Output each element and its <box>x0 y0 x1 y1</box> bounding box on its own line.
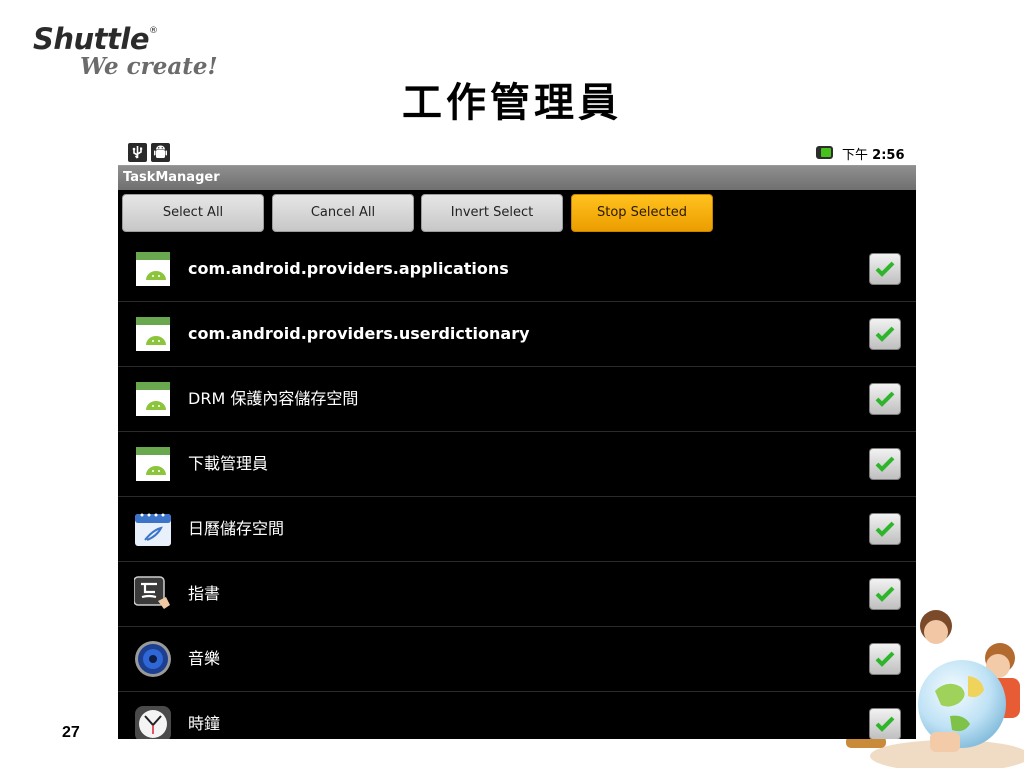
stop-selected-button[interactable]: Stop Selected <box>571 194 713 232</box>
calendar-icon <box>134 510 172 548</box>
task-label: com.android.providers.applications <box>188 259 509 278</box>
android-app-icon <box>134 380 172 418</box>
invert-select-button[interactable]: Invert Select <box>421 194 563 232</box>
task-row[interactable]: 音樂 <box>118 627 916 692</box>
checkmark-icon <box>875 326 895 342</box>
status-bar: 下午 2:56 <box>118 141 916 166</box>
task-label: 音樂 <box>188 649 221 668</box>
task-label: 時鐘 <box>188 714 221 733</box>
music-speaker-icon <box>134 640 172 678</box>
checkmark-icon <box>875 391 895 407</box>
task-checkbox[interactable] <box>869 708 901 739</box>
handwriting-icon <box>133 575 172 613</box>
status-clock: 下午 2:56 <box>842 144 905 163</box>
checkmark-icon <box>875 456 895 472</box>
task-checkbox[interactable] <box>869 448 901 480</box>
time-value: 2:56 <box>872 148 905 163</box>
task-checkbox[interactable] <box>869 383 901 415</box>
android-screen: 下午 2:56 TaskManager Select All Cancel Al… <box>118 141 916 739</box>
android-app-icon <box>134 315 172 353</box>
task-checkbox[interactable] <box>869 253 901 285</box>
cancel-all-button[interactable]: Cancel All <box>272 194 414 232</box>
checkmark-icon <box>875 261 895 277</box>
clock-icon <box>134 705 172 739</box>
task-label: 日曆儲存空間 <box>188 519 285 538</box>
battery-icon <box>816 146 833 159</box>
android-app-icon <box>134 445 172 483</box>
checkmark-icon <box>875 586 895 602</box>
task-row[interactable]: com.android.providers.applications <box>118 237 916 302</box>
checkmark-icon <box>875 651 895 667</box>
select-all-button[interactable]: Select All <box>122 194 264 232</box>
usb-icon <box>128 143 147 162</box>
android-debug-icon <box>151 143 170 162</box>
task-label: DRM 保護內容儲存空間 <box>188 389 359 408</box>
task-label: com.android.providers.userdictionary <box>188 324 530 343</box>
app-title-bar: TaskManager <box>118 166 916 190</box>
logo-registered-mark: ® <box>149 26 158 36</box>
checkmark-icon <box>875 521 895 537</box>
action-toolbar: Select All Cancel All Invert Select Stop… <box>118 191 916 237</box>
slide-title: 工作管理員 <box>402 79 622 126</box>
task-checkbox[interactable] <box>869 513 901 545</box>
android-app-icon <box>134 250 172 288</box>
checkmark-icon <box>875 716 895 732</box>
task-row[interactable]: 日曆儲存空間 <box>118 497 916 562</box>
logo-brand: Shuttle <box>33 22 150 56</box>
task-row[interactable]: DRM 保護內容儲存空間 <box>118 367 916 432</box>
task-row[interactable]: com.android.providers.userdictionary <box>118 302 916 367</box>
task-checkbox[interactable] <box>869 318 901 350</box>
task-checkbox[interactable] <box>869 578 901 610</box>
time-prefix: 下午 <box>842 148 869 163</box>
task-label: 指書 <box>188 584 221 603</box>
task-label: 下載管理員 <box>188 454 269 473</box>
task-checkbox[interactable] <box>869 643 901 675</box>
task-row[interactable]: 指書 <box>118 562 916 627</box>
task-row[interactable]: 時鐘 <box>118 692 916 739</box>
page-number: 27 <box>62 724 80 741</box>
task-list: com.android.providers.applications com.a… <box>118 237 916 739</box>
shuttle-logo: Shuttle® We create! <box>33 22 218 80</box>
task-row[interactable]: 下載管理員 <box>118 432 916 497</box>
